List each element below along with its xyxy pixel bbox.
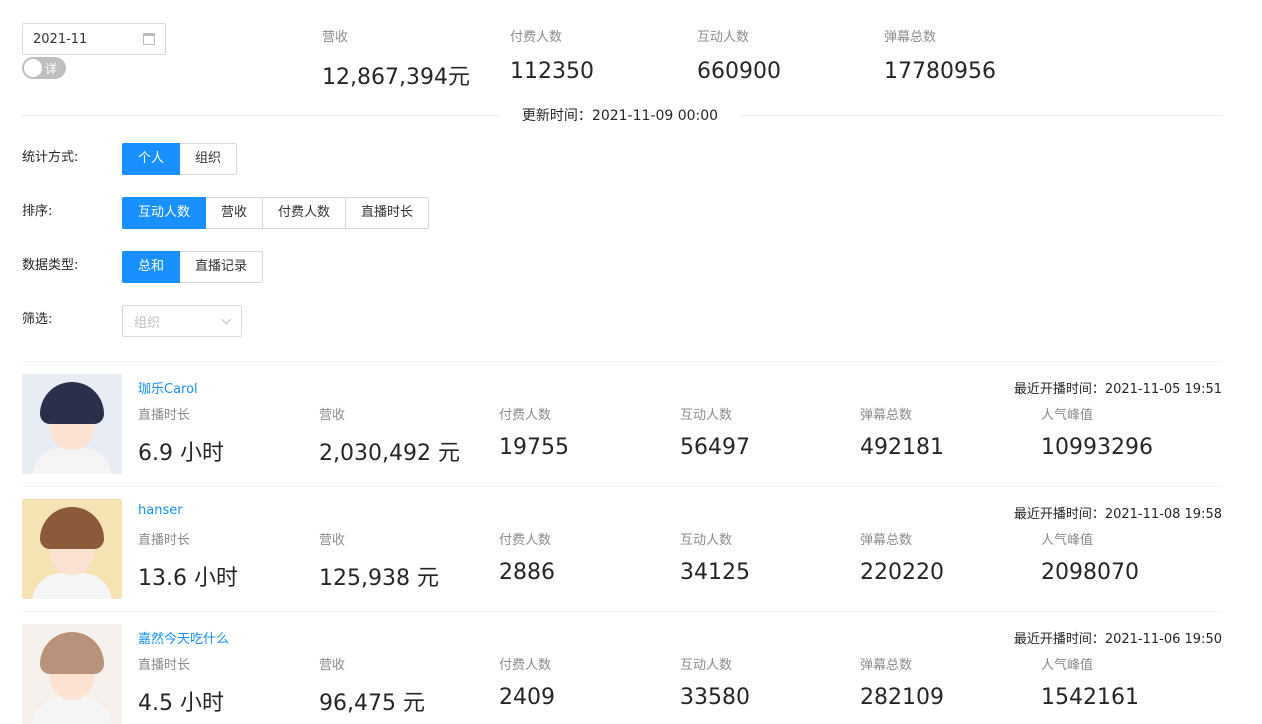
sort-group: 互动人数 营收 付费人数 直播时长 — [122, 197, 430, 229]
detail-toggle[interactable]: 详 — [22, 57, 66, 79]
sort-label: 排序: — [22, 204, 53, 219]
stat-peak-popularity: 人气峰值 1542161 — [1041, 658, 1139, 710]
stat-method-option-org[interactable]: 组织 — [179, 143, 238, 175]
stat-danmaku: 弹幕总数 492181 — [860, 408, 944, 460]
avatar-hair — [40, 632, 104, 674]
stat-revenue: 营收 96,475 元 — [319, 658, 425, 716]
streamer-name[interactable]: hanser — [138, 503, 183, 518]
avatar[interactable] — [22, 499, 122, 599]
avatar-body — [32, 448, 112, 474]
stat-interactive-users: 互动人数 34125 — [680, 533, 750, 585]
stat-peak-popularity: 人气峰值 10993296 — [1041, 408, 1153, 460]
divider-right — [740, 115, 1222, 116]
data-type-option-records[interactable]: 直播记录 — [179, 251, 264, 283]
page: 2021-11 详 营收 12,867,394元 付费人数 112350 互动人… — [0, 0, 1262, 724]
month-value: 2021-11 — [33, 31, 88, 47]
calendar-icon — [143, 33, 155, 45]
avatar[interactable] — [22, 374, 122, 474]
select-placeholder: 组织 — [134, 315, 161, 331]
stat-duration: 直播时长 4.5 小时 — [138, 658, 224, 716]
summary-value: 12,867,394元 — [322, 65, 470, 90]
summary-interactive-users: 互动人数 660900 — [697, 26, 781, 84]
data-type-group: 总和 直播记录 — [122, 251, 264, 283]
stat-method-option-personal[interactable]: 个人 — [122, 143, 181, 175]
summary-label: 付费人数 — [510, 30, 563, 45]
avatar-body — [32, 698, 112, 724]
update-time: 更新时间：2021-11-09 00:00 — [500, 105, 740, 125]
stat-method-label: 统计方式: — [22, 150, 79, 165]
sort-option-revenue[interactable]: 营收 — [205, 197, 264, 229]
summary-label: 营收 — [322, 30, 349, 45]
sort-option-paid[interactable]: 付费人数 — [262, 197, 347, 229]
stat-interactive-users: 互动人数 33580 — [680, 658, 750, 710]
stat-duration: 直播时长 6.9 小时 — [138, 408, 224, 466]
streamer-name[interactable]: 珈乐Carol — [138, 378, 198, 397]
data-type-label: 数据类型: — [22, 258, 79, 273]
stat-danmaku: 弹幕总数 282109 — [860, 658, 944, 710]
toggle-label: 详 — [45, 62, 58, 76]
stat-duration: 直播时长 13.6 小时 — [138, 533, 238, 591]
avatar[interactable] — [22, 624, 122, 724]
last-live-time: 最近开播时间：2021-11-06 19:50 — [1013, 632, 1222, 647]
org-filter-select[interactable]: 组织 — [122, 305, 242, 337]
stat-paid-users: 付费人数 19755 — [499, 408, 569, 460]
summary-revenue: 营收 12,867,394元 — [322, 26, 470, 91]
summary-danmaku-total: 弹幕总数 17780956 — [884, 26, 996, 84]
stat-interactive-users: 互动人数 56497 — [680, 408, 750, 460]
month-picker[interactable]: 2021-11 — [22, 23, 166, 55]
last-live-time: 最近开播时间：2021-11-05 19:51 — [1013, 382, 1222, 397]
stat-revenue: 营收 2,030,492 元 — [319, 408, 460, 466]
stat-method-group: 个人 组织 — [122, 143, 238, 175]
streamer-card: hanser 最近开播时间：2021-11-08 19:58 直播时长 13.6 … — [22, 486, 1222, 611]
toggle-knob — [24, 59, 42, 77]
summary-value: 660900 — [697, 59, 781, 84]
summary-label: 弹幕总数 — [884, 30, 937, 45]
streamer-name[interactable]: 嘉然今天吃什么 — [138, 628, 229, 647]
summary-value: 112350 — [510, 59, 594, 84]
summary-paid-users: 付费人数 112350 — [510, 26, 594, 84]
summary-value: 17780956 — [884, 59, 996, 84]
sort-option-duration[interactable]: 直播时长 — [345, 197, 430, 229]
avatar-hair — [40, 507, 104, 549]
streamer-card: 嘉然今天吃什么 最近开播时间：2021-11-06 19:50 直播时长 4.5 … — [22, 611, 1222, 724]
stat-peak-popularity: 人气峰值 2098070 — [1041, 533, 1139, 585]
data-type-option-total[interactable]: 总和 — [122, 251, 181, 283]
last-live-time: 最近开播时间：2021-11-08 19:58 — [1013, 507, 1222, 522]
divider-left — [22, 115, 500, 116]
streamer-card: 珈乐Carol 最近开播时间：2021-11-05 19:51 直播时长 6.9 … — [22, 361, 1222, 486]
stat-paid-users: 付费人数 2886 — [499, 533, 555, 585]
chevron-down-icon — [221, 314, 232, 324]
stat-danmaku: 弹幕总数 220220 — [860, 533, 944, 585]
filter-label: 筛选: — [22, 312, 53, 327]
sort-option-interactive[interactable]: 互动人数 — [122, 197, 207, 229]
avatar-hair — [40, 382, 104, 424]
avatar-body — [32, 573, 112, 599]
stat-revenue: 营收 125,938 元 — [319, 533, 439, 591]
summary-label: 互动人数 — [697, 30, 750, 45]
stat-paid-users: 付费人数 2409 — [499, 658, 555, 710]
